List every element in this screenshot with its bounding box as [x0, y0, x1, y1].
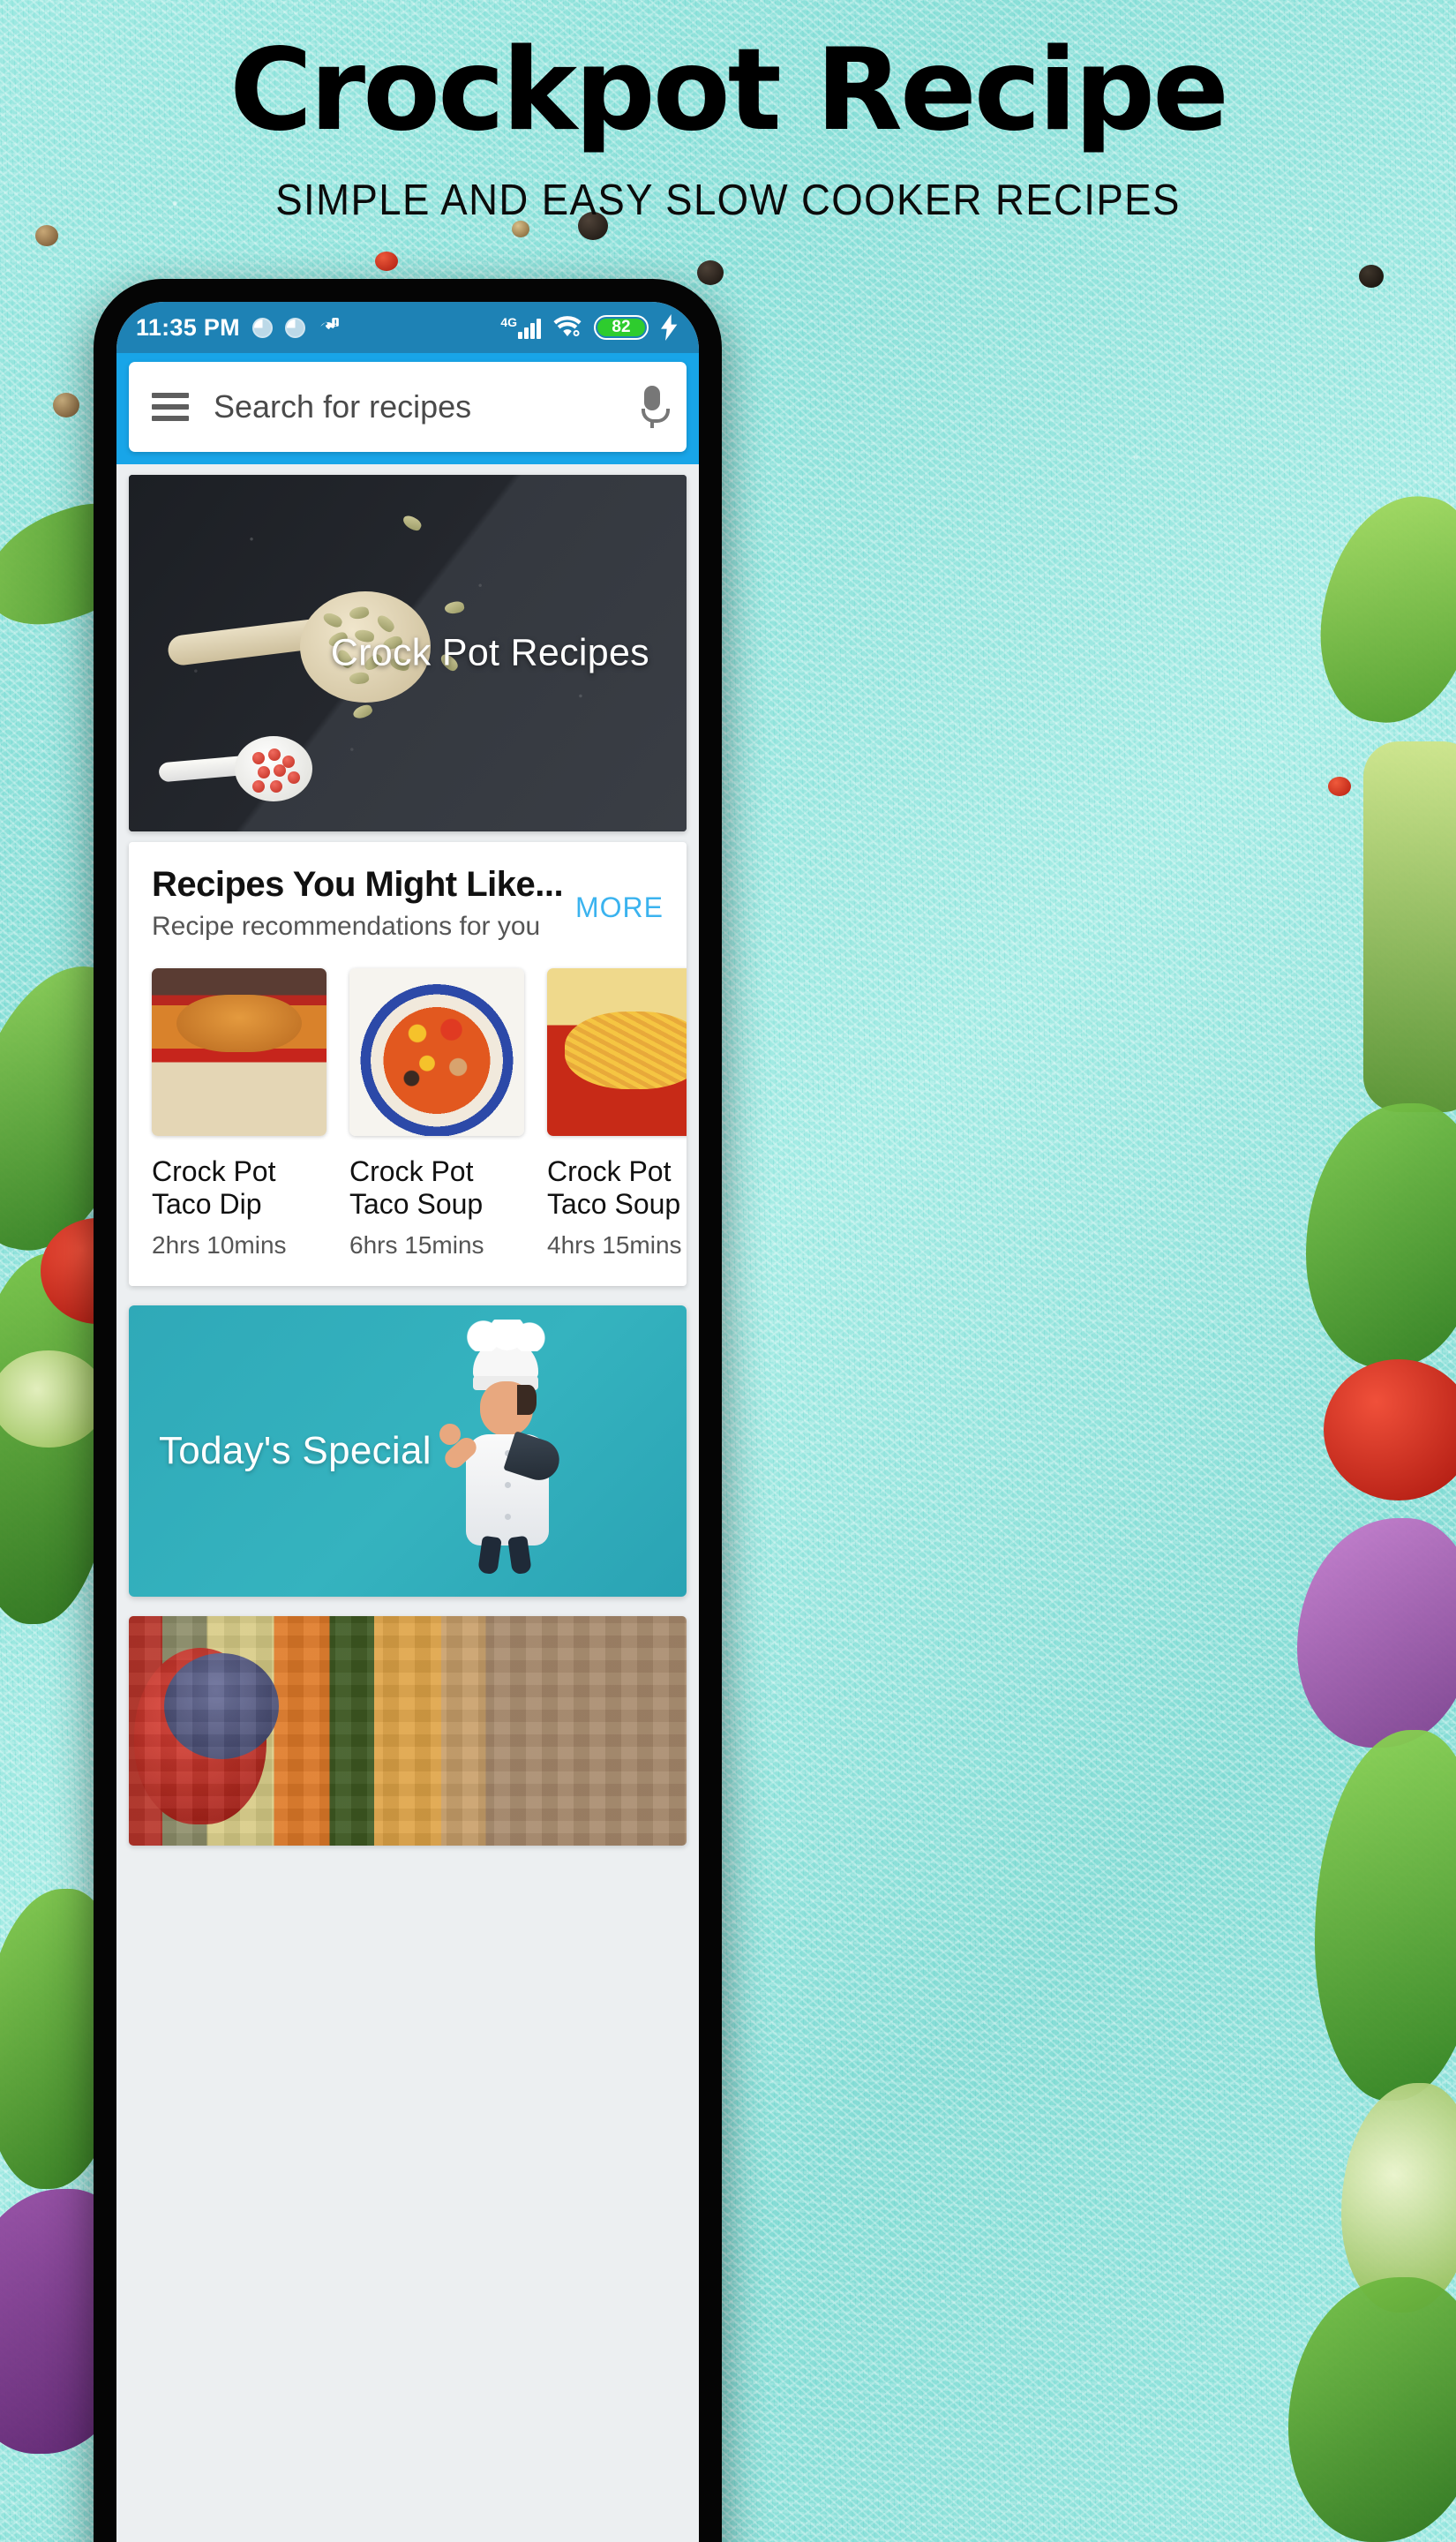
app-content: Crock Pot Recipes Recipes You Might Like… [116, 475, 699, 1846]
chef-illustration [439, 1320, 582, 1576]
search-bar[interactable]: Search for recipes [129, 362, 687, 452]
more-button[interactable]: MORE [575, 865, 664, 924]
recipe-name: Crock Pot Taco Soup [349, 1155, 484, 1221]
peppercorn-decoration [35, 225, 58, 246]
recommendations-card: Recipes You Might Like... Recipe recomme… [129, 842, 687, 1287]
network-type-label: 4G [500, 315, 517, 329]
todays-special-banner[interactable]: Today's Special [129, 1305, 687, 1598]
pot-rim-illustration [164, 1653, 279, 1760]
recommendations-header: Recipes You Might Like... Recipe recomme… [129, 865, 687, 942]
pot-illustration [134, 1648, 266, 1825]
recipe-cook-time: 4hrs 15mins [547, 1231, 682, 1260]
status-bar-left: 11:35 PM [136, 314, 341, 342]
recipe-thumbnail[interactable] [349, 968, 524, 1136]
wifi-icon [553, 316, 582, 337]
recommendations-subtitle: Recipe recommendations for you [152, 912, 541, 941]
status-bar-clock: 11:35 PM [136, 313, 240, 341]
phone-mockup: 11:35 PM 4G 82 Search for recipes Crock … [94, 279, 722, 2542]
page-title: Crockpot Recipe [229, 25, 1229, 156]
recipe-name: Crock Pot Taco Dip [152, 1155, 276, 1221]
cucumber-decoration [1363, 741, 1456, 1112]
featured-recipe-banner[interactable] [129, 1616, 687, 1846]
recipe-cook-time: 2hrs 10mins [152, 1231, 287, 1260]
chili-decoration [1328, 777, 1351, 796]
recommendations-title: Recipes You Might Like... [152, 865, 564, 904]
microphone-icon[interactable] [641, 386, 670, 428]
battery-icon: 82 [594, 315, 649, 340]
sync-spinner-icon [284, 317, 305, 338]
recipe-card[interactable]: Crock Pot Taco Soup 4hrs 15mins [547, 968, 687, 1260]
search-input[interactable]: Search for recipes [214, 388, 616, 425]
peppercorn-decoration [1359, 265, 1384, 288]
recipe-thumbnail[interactable] [547, 968, 687, 1136]
recipe-thumbnail[interactable] [152, 968, 326, 1136]
missed-call-icon [320, 318, 339, 330]
chili-decoration [375, 252, 398, 271]
recipe-card[interactable]: Crock Pot Taco Soup 6hrs 15mins [349, 968, 524, 1260]
recipe-card[interactable]: Crock Pot Taco Dip 2hrs 10mins [152, 968, 326, 1260]
status-bar: 11:35 PM 4G 82 [116, 302, 699, 353]
page-subtitle: SIMPLE AND EASY SLOW COOKER RECIPES [275, 176, 1181, 224]
recommendations-list[interactable]: Crock Pot Taco Dip 2hrs 10mins Crock Pot… [129, 942, 687, 1260]
promo-header: Crockpot Recipe SIMPLE AND EASY SLOW COO… [0, 25, 1456, 225]
recipe-cook-time: 6hrs 15mins [349, 1231, 484, 1260]
peppercorn-decoration [53, 393, 79, 417]
hero-title: Crock Pot Recipes [330, 631, 649, 674]
ceramic-spoon-illustration [158, 736, 312, 801]
recipe-name: Crock Pot Taco Soup [547, 1155, 681, 1221]
phone-screen: 11:35 PM 4G 82 Search for recipes Crock … [116, 302, 699, 2542]
status-bar-right: 4G 82 [500, 314, 679, 341]
search-bar-container: Search for recipes [116, 353, 699, 464]
todays-special-title: Today's Special [159, 1429, 432, 1473]
sync-spinner-icon [251, 317, 273, 338]
hero-banner[interactable]: Crock Pot Recipes [129, 475, 687, 831]
charging-bolt-icon [661, 314, 678, 341]
signal-bars-icon: 4G [500, 316, 541, 339]
hamburger-menu-icon[interactable] [152, 393, 189, 421]
peppercorn-decoration [697, 260, 724, 285]
battery-level-label: 82 [597, 318, 645, 336]
